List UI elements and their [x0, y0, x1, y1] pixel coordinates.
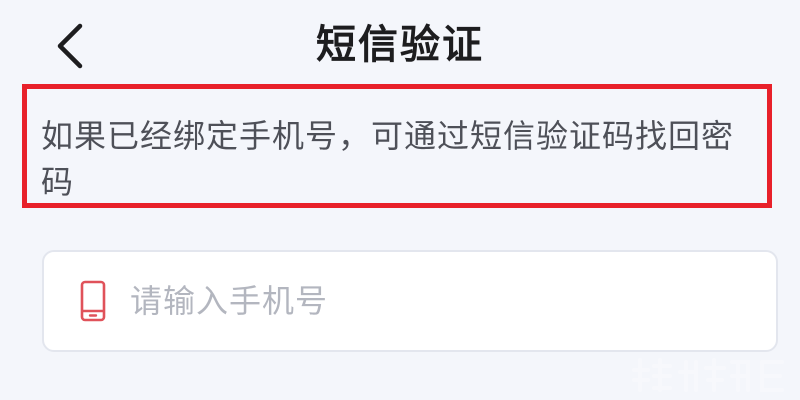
mobile-phone-icon	[80, 280, 106, 322]
page-title: 短信验证	[316, 22, 484, 68]
phone-number-input[interactable]	[130, 282, 690, 320]
phone-input-field[interactable]	[42, 250, 778, 352]
watermark-logo-icon	[632, 358, 784, 392]
hint-highlight-box: 如果已经绑定手机号，可通过短信验证码找回密码	[22, 84, 772, 208]
sms-verification-page: 短信验证 如果已经绑定手机号，可通过短信验证码找回密码	[0, 0, 800, 400]
header: 短信验证	[0, 0, 800, 90]
hint-text: 如果已经绑定手机号，可通过短信验证码找回密码	[41, 117, 735, 201]
